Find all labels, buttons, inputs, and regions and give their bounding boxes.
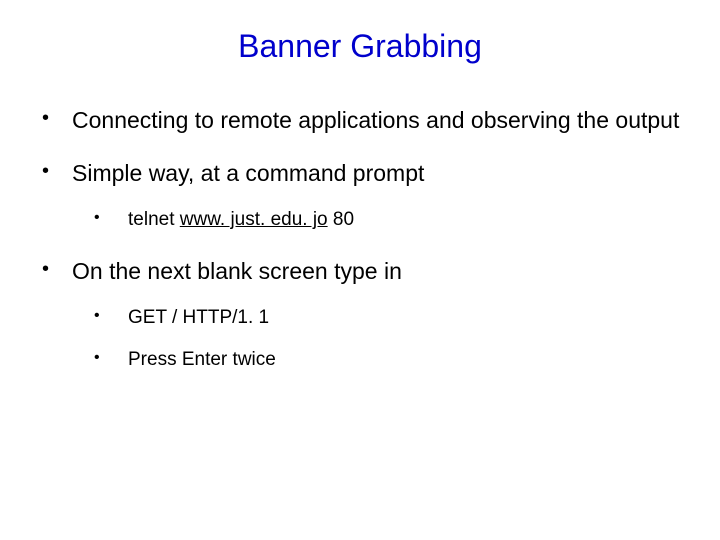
- sub-bullet-item: GET / HTTP/1. 1: [72, 305, 690, 332]
- bullet-text: Connecting to remote applications and ob…: [72, 107, 679, 133]
- sub-bullet-item: Press Enter twice: [72, 347, 690, 374]
- sub-bullet-list: GET / HTTP/1. 1 Press Enter twice: [72, 305, 690, 374]
- bullet-item: Connecting to remote applications and ob…: [30, 105, 690, 136]
- bullet-item: Simple way, at a command prompt telnet w…: [30, 158, 690, 234]
- sub-bullet-text-suffix: 80: [328, 209, 354, 230]
- slide-title: Banner Grabbing: [30, 28, 690, 65]
- bullet-list: Connecting to remote applications and ob…: [30, 105, 690, 374]
- sub-bullet-text: Press Enter twice: [128, 349, 276, 370]
- slide: Banner Grabbing Connecting to remote app…: [0, 0, 720, 540]
- sub-bullet-text: GET / HTTP/1. 1: [128, 307, 269, 328]
- sub-bullet-item: telnet www. just. edu. jo 80: [72, 207, 690, 234]
- bullet-text: On the next blank screen type in: [72, 258, 402, 284]
- bullet-text: Simple way, at a command prompt: [72, 160, 424, 186]
- sub-bullet-text-prefix: telnet: [128, 209, 180, 230]
- sub-bullet-list: telnet www. just. edu. jo 80: [72, 207, 690, 234]
- telnet-host-link[interactable]: www. just. edu. jo: [180, 209, 328, 230]
- bullet-item: On the next blank screen type in GET / H…: [30, 256, 690, 374]
